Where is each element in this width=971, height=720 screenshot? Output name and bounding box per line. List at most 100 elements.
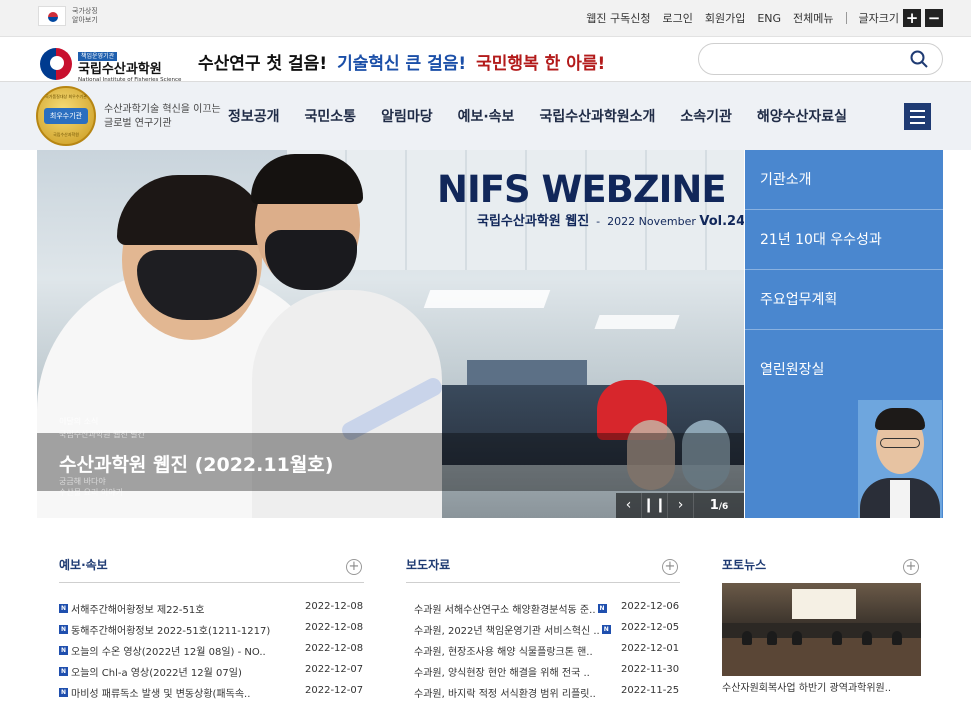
slogan-part2: 기술혁신 큰 걸음! — [337, 54, 467, 74]
korea-flag-icon — [38, 6, 66, 26]
press-panel: 보도자료 + 수과원 서해수산연구소 해양환경분석동 준.. N 2022-12-… — [406, 556, 680, 700]
quick-item-intro[interactable]: 기관소개 — [745, 150, 943, 210]
list-item-date: 2022-12-08 — [305, 643, 364, 654]
photo-news-image[interactable] — [722, 583, 921, 676]
photo-news-more-icon[interactable]: + — [903, 559, 919, 575]
site-logo[interactable]: 책임운영기관 국립수산과학원 National Institute of Fis… — [40, 43, 181, 84]
link-sitemap[interactable]: 전체메뉴 — [793, 10, 833, 26]
font-increase-button[interactable]: + — [903, 9, 921, 27]
list-item[interactable]: N 서해주간해어황정보 제22-51호 — [59, 601, 204, 616]
new-icon: N — [597, 604, 607, 613]
list-item-title[interactable]: 수과원, 바지락 적정 서식환경 범위 리플릿.. — [414, 685, 596, 700]
new-icon: N — [59, 646, 68, 655]
press-title[interactable]: 보도자료 — [406, 556, 680, 573]
font-decrease-button[interactable]: − — [925, 9, 943, 27]
slide-title[interactable]: 수산과학원 웹진 (2022.11월호) — [59, 450, 333, 477]
list-item[interactable]: N 오늘의 Chl-a 영상(2022년 12월 07일) — [59, 664, 242, 679]
gov-line2: 알아보기 — [72, 16, 98, 24]
list-item-date: 2022-12-01 — [621, 643, 680, 654]
nav-item-about[interactable]: 국립수산과학원소개 — [539, 106, 655, 126]
medal-center-text: 최우수기관 — [44, 108, 88, 124]
webzine-title: NIFS WEBZINE — [437, 168, 727, 211]
list-item[interactable]: 수과원, 양식현장 현안 해결을 위해 전국 .. — [414, 664, 590, 679]
list-item-date: 2022-11-30 — [621, 664, 680, 675]
hamburger-menu-icon[interactable] — [904, 103, 931, 130]
gov-symbol-link[interactable]: 국가상징 알아보기 — [38, 6, 112, 26]
new-icon: N — [601, 625, 611, 634]
list-item[interactable]: N 마비성 패류독소 발생 및 변동상황(패독속.. — [59, 685, 250, 700]
list-item[interactable]: 수과원, 2022년 책임운영기관 서비스혁신 .. N — [414, 622, 614, 637]
tagline: 수산과학기술 혁신을 이끄는 글로벌 연구기관 — [104, 104, 221, 129]
next-slide-icon[interactable]: › — [668, 493, 694, 518]
forecast-title[interactable]: 예보·속보 — [59, 556, 364, 573]
hero-slider[interactable]: NIFS WEBZINE 국립수산과학원 웹진 - 2022 November … — [37, 150, 744, 518]
link-login[interactable]: 로그인 — [662, 10, 692, 26]
link-join[interactable]: 회원가입 — [705, 10, 745, 26]
list-item-title[interactable]: 마비성 패류독소 발생 및 변동상황(패독속.. — [71, 685, 250, 700]
nav-item-forecast[interactable]: 예보·속보 — [458, 106, 515, 126]
list-item-title[interactable]: 수과원, 현장조사용 해양 식물플랑크톤 핸.. — [414, 643, 593, 658]
slogan-part3: 국민행복 한 아름! — [476, 54, 606, 74]
nav-item-archive[interactable]: 해양수산자료실 — [757, 106, 847, 126]
quick-menu: 기관소개 21년 10대 우수성과 주요업무계획 열린원장실 — [745, 150, 943, 518]
list-item[interactable]: 수과원, 바지락 적정 서식환경 범위 리플릿.. — [414, 685, 596, 700]
list-item-title[interactable]: 오늘의 Chl-a 영상(2022년 12월 07일) — [71, 664, 242, 679]
list-item[interactable]: 수과원, 현장조사용 해양 식물플랑크톤 핸.. — [414, 643, 593, 658]
divider — [845, 12, 847, 24]
list-item[interactable]: 수과원 서해수산연구소 해양환경분석동 준.. N — [414, 601, 610, 616]
list-item-title[interactable]: 서해주간해어황정보 제22-51호 — [71, 601, 204, 616]
slide-current: 1 — [709, 498, 719, 513]
forecast-panel: 예보·속보 + N 서해주간해어황정보 제22-51호 2022-12-08 N동… — [59, 556, 364, 700]
forecast-more-icon[interactable]: + — [346, 559, 362, 575]
list-item-title[interactable]: 수과원, 2022년 책임운영기관 서비스혁신 .. — [414, 622, 600, 637]
new-icon: N — [59, 625, 68, 634]
list-item-title[interactable]: 오늘의 수온 영상(2022년 12월 08일) - NO.. — [71, 643, 266, 658]
new-icon: N — [59, 667, 68, 676]
divider — [406, 582, 680, 583]
list-item-title[interactable]: 동해주간해어황정보 2022-51호(1211-1217) — [71, 622, 270, 637]
medal-rim-top: 국가품질대상 최우수기관 — [45, 94, 87, 99]
slogan-part1: 수산연구 첫 걸음! — [198, 54, 328, 74]
researcher-mask — [265, 230, 357, 290]
slide-next-subcaption: 수산물 요리 이야기 — [59, 488, 123, 497]
search-input[interactable] — [713, 44, 913, 74]
webzine-sub-ko: 국립수산과학원 웹진 — [477, 214, 590, 229]
list-item-date: 2022-12-07 — [305, 685, 364, 696]
slide-counter: 1/6 — [694, 493, 744, 518]
list-item-date: 2022-12-06 — [621, 601, 680, 612]
list-item-title[interactable]: 수과원, 양식현장 현안 해결을 위해 전국 .. — [414, 664, 590, 679]
press-more-icon[interactable]: + — [662, 559, 678, 575]
slide-total: /6 — [718, 502, 729, 512]
nav-item-notices[interactable]: 알림마당 — [381, 106, 433, 126]
search-icon[interactable] — [910, 50, 928, 68]
pause-icon[interactable]: ❙❙ — [642, 493, 668, 518]
list-item[interactable]: N 오늘의 수온 영상(2022년 12월 08일) - NO.. — [59, 643, 266, 658]
list-item[interactable]: N 동해주간해어황정보 2022-51호(1211-1217) — [59, 622, 270, 637]
divider — [59, 582, 364, 583]
header: 책임운영기관 국립수산과학원 National Institute of Fis… — [0, 37, 971, 84]
slide-next-caption: 궁금해 바다야 — [59, 477, 106, 486]
ceiling-light — [423, 290, 551, 308]
link-webzine-subscribe[interactable]: 웹진 구독신청 — [586, 10, 650, 26]
new-icon: N — [59, 604, 68, 613]
government-emblem-icon — [40, 47, 72, 80]
photo-news-caption[interactable]: 수산자원회복사업 하반기 광역과학위원.. — [722, 679, 891, 694]
list-item-date: 2022-12-07 — [305, 664, 364, 675]
link-english[interactable]: ENG — [757, 12, 781, 25]
quick-item-achievements[interactable]: 21년 10대 우수성과 — [745, 210, 943, 270]
photo-news-panel: 포토뉴스 + — [722, 556, 921, 575]
utility-bar: 국가상징 알아보기 웹진 구독신청 로그인 회원가입 ENG 전체메뉴 글자크기… — [0, 0, 971, 37]
gov-symbol-text: 국가상징 알아보기 — [72, 7, 112, 25]
slider-controls: ‹ ❙❙ › 1/6 — [616, 493, 744, 518]
list-item-date: 2022-12-05 — [621, 622, 680, 633]
photo-news-title[interactable]: 포토뉴스 — [722, 556, 921, 573]
utility-links: 웹진 구독신청 로그인 회원가입 ENG 전체메뉴 글자크기 + − — [574, 9, 943, 27]
quick-item-work-plan[interactable]: 주요업무계획 — [745, 270, 943, 330]
nav-item-affiliates[interactable]: 소속기관 — [680, 106, 732, 126]
nav-item-info-disclosure[interactable]: 정보공개 — [228, 106, 280, 126]
list-item-title[interactable]: 수과원 서해수산연구소 해양환경분석동 준.. — [414, 601, 596, 616]
logo-text: 책임운영기관 국립수산과학원 National Institute of Fis… — [78, 43, 181, 84]
prev-slide-icon[interactable]: ‹ — [616, 493, 642, 518]
award-medal-icon: 국가품질대상 최우수기관 최우수기관 국립수산과학원 — [36, 86, 96, 146]
nav-item-public-communication[interactable]: 국민소통 — [305, 106, 357, 126]
